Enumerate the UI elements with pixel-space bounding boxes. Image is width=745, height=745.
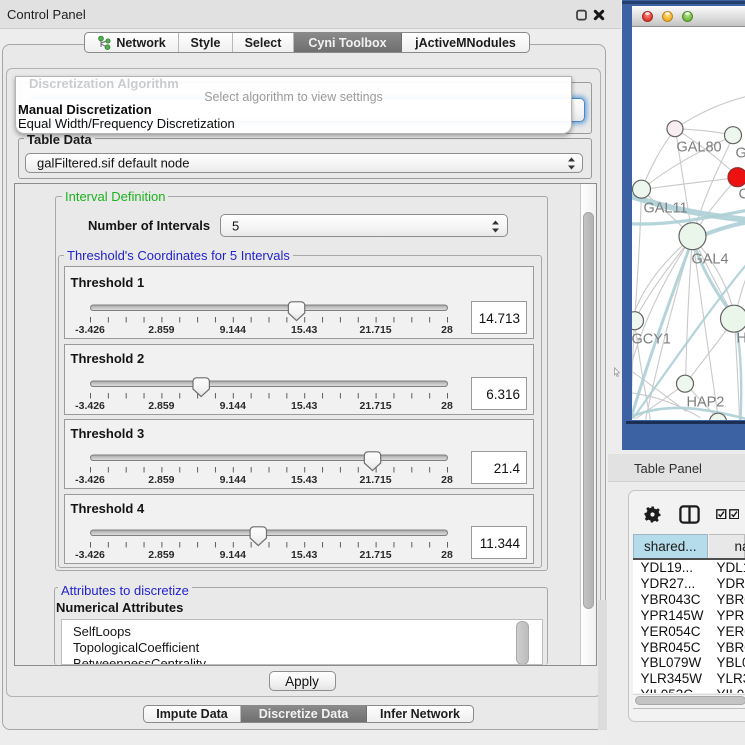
svg-text:GAL4: GAL4: [691, 252, 728, 268]
svg-text:H: H: [736, 331, 745, 347]
svg-text:GAL80: GAL80: [676, 140, 721, 156]
svg-text:G...: G...: [735, 146, 745, 162]
svg-text:C: C: [738, 187, 745, 203]
svg-text:GAL11: GAL11: [643, 201, 687, 217]
svg-text:GCY1: GCY1: [632, 332, 671, 348]
svg-text:HAP2: HAP2: [686, 395, 724, 411]
